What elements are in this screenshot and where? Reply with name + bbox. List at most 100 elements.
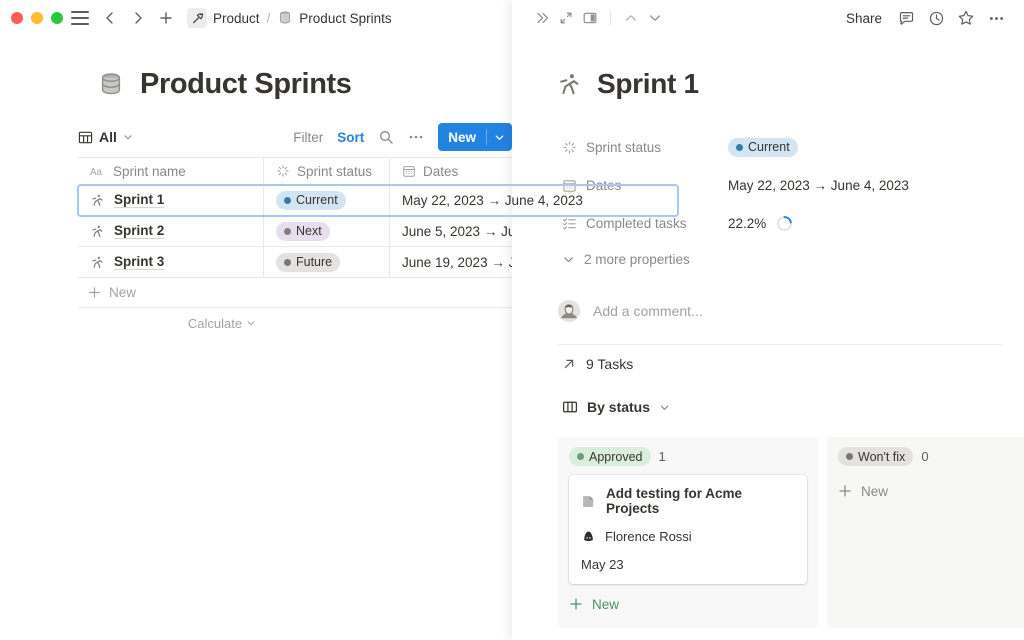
cell-dates[interactable]: May 22, 2023 → June 4, 2023	[390, 185, 590, 215]
status-badge: Current	[276, 191, 346, 210]
cell-sprint-name[interactable]: Sprint 3	[78, 247, 264, 277]
cell-sprint-status[interactable]: Current	[264, 185, 390, 215]
board-column-header[interactable]: Won't fix 0	[838, 447, 1024, 466]
status-badge: Future	[276, 253, 340, 272]
table-icon	[78, 130, 93, 145]
runner-icon	[90, 255, 105, 270]
column-header-sprint-name[interactable]: Aa Sprint name	[78, 158, 264, 184]
breadcrumb-workspace[interactable]: Product	[187, 8, 260, 28]
status-dot	[284, 228, 291, 235]
column-label: Sprint name	[113, 164, 186, 179]
database-icon	[277, 10, 293, 26]
window-titlebar: Product / Product Sprints	[0, 0, 512, 36]
comment-composer[interactable]: Add a comment...	[558, 300, 1002, 345]
ellipsis-icon[interactable]	[408, 129, 424, 145]
chevron-down-icon	[123, 132, 133, 142]
property-value[interactable]: Current	[728, 138, 798, 157]
plus-icon	[838, 484, 852, 498]
status-badge: Next	[276, 222, 330, 241]
chevron-down-icon[interactable]	[643, 6, 667, 30]
toolbar-actions: Filter Sort New	[293, 123, 512, 151]
progress-ring	[776, 215, 793, 232]
cell-sprint-status[interactable]: Future	[264, 247, 390, 277]
breadcrumb-page[interactable]: Product Sprints	[277, 10, 391, 26]
close-window-button[interactable]	[11, 12, 23, 24]
column-header-sprint-status[interactable]: Sprint status	[264, 158, 390, 184]
runner-icon	[90, 224, 105, 239]
more-properties-toggle[interactable]: 2 more properties	[562, 242, 1002, 276]
group-by-selector[interactable]: By status	[562, 399, 670, 415]
cell-sprint-name[interactable]: Sprint 1	[78, 185, 264, 215]
add-card-button-approved[interactable]: New	[569, 588, 807, 620]
main-window-pane: Product / Product Sprints	[0, 0, 512, 640]
new-record-label: New	[438, 130, 486, 145]
chevron-down-icon	[562, 253, 575, 266]
card-person-name: Florence Rossi	[605, 529, 692, 544]
column-count: 1	[659, 449, 666, 464]
page-header: Product Sprints	[96, 68, 352, 101]
share-button[interactable]: Share	[840, 11, 888, 26]
card-title: Add testing for Acme Projects	[606, 486, 795, 516]
peek-title-row: Sprint 1	[556, 68, 699, 100]
board-columns-icon	[562, 399, 578, 415]
chevron-up-icon[interactable]	[619, 6, 643, 30]
search-icon[interactable]	[378, 129, 394, 145]
cell-sprint-status[interactable]: Next	[264, 216, 390, 246]
property-label: Sprint status	[562, 140, 728, 155]
sort-button[interactable]: Sort	[337, 130, 364, 145]
status-badge: Current	[728, 138, 798, 157]
status-dot	[284, 197, 291, 204]
view-tab-all[interactable]: All	[78, 129, 133, 145]
peek-toolbar-right: Share	[840, 6, 1008, 30]
chevron-down-icon	[246, 318, 256, 328]
status-spinner-icon	[276, 164, 290, 178]
comment-placeholder: Add a comment...	[593, 303, 703, 319]
property-value[interactable]: May 22, 2023 → June 4, 2023	[728, 178, 909, 193]
text-aa-icon: Aa	[90, 165, 106, 178]
plus-icon[interactable]	[155, 7, 177, 29]
star-icon[interactable]	[954, 6, 978, 30]
ellipsis-icon[interactable]	[984, 6, 1008, 30]
toolbar-divider	[610, 11, 611, 25]
card-person-row: Florence Rossi	[581, 529, 795, 544]
cell-sprint-name[interactable]: Sprint 2	[78, 216, 264, 246]
table-row[interactable]: Sprint 1 Current May 22, 2023 → June 4, …	[78, 185, 678, 216]
property-sprint-status[interactable]: Sprint status Current	[562, 128, 1002, 166]
comment-icon[interactable]	[894, 6, 918, 30]
chevron-left-icon[interactable]	[99, 7, 121, 29]
database-toolbar: All Filter Sort New	[78, 122, 512, 152]
property-value[interactable]: 22.2%	[728, 215, 793, 232]
chevron-right-icon[interactable]	[127, 7, 149, 29]
add-card-label: New	[861, 484, 888, 499]
property-label-text: Completed tasks	[586, 216, 687, 231]
peek-page-title: Sprint 1	[597, 68, 699, 100]
column-label: Dates	[423, 164, 458, 179]
tasks-relation-label: 9 Tasks	[586, 356, 633, 372]
board-column-wont-fix: Won't fix 0 New	[827, 437, 1024, 628]
board-column-header[interactable]: Approved 1	[569, 447, 807, 466]
navigation-buttons	[99, 7, 177, 29]
breadcrumb-separator: /	[265, 11, 273, 26]
status-label: Next	[296, 224, 322, 238]
minimize-window-button[interactable]	[31, 12, 43, 24]
tasks-relation-link[interactable]: 9 Tasks	[562, 356, 633, 372]
plus-icon	[88, 286, 101, 299]
breadcrumb: Product / Product Sprints	[187, 8, 392, 28]
side-peek-icon[interactable]	[578, 6, 602, 30]
board-column-approved: Approved 1 Add testing for Acme Projects…	[558, 437, 818, 628]
board-card[interactable]: Add testing for Acme Projects Florence R…	[569, 475, 807, 584]
clock-icon[interactable]	[924, 6, 948, 30]
maximize-window-button[interactable]	[51, 12, 63, 24]
more-properties-label: 2 more properties	[584, 252, 690, 267]
new-record-button[interactable]: New	[438, 123, 512, 151]
completed-tasks-percent: 22.2%	[728, 216, 766, 231]
add-card-button-wont-fix[interactable]: New	[838, 475, 1024, 507]
double-chevron-right-icon[interactable]	[530, 6, 554, 30]
hamburger-icon[interactable]	[71, 11, 89, 25]
status-dot	[846, 453, 853, 460]
calculate-button[interactable]: Calculate	[78, 308, 366, 338]
expand-diagonal-icon[interactable]	[554, 6, 578, 30]
chevron-down-icon[interactable]	[487, 132, 512, 143]
chevron-down-icon	[659, 402, 670, 413]
filter-button[interactable]: Filter	[293, 130, 323, 145]
